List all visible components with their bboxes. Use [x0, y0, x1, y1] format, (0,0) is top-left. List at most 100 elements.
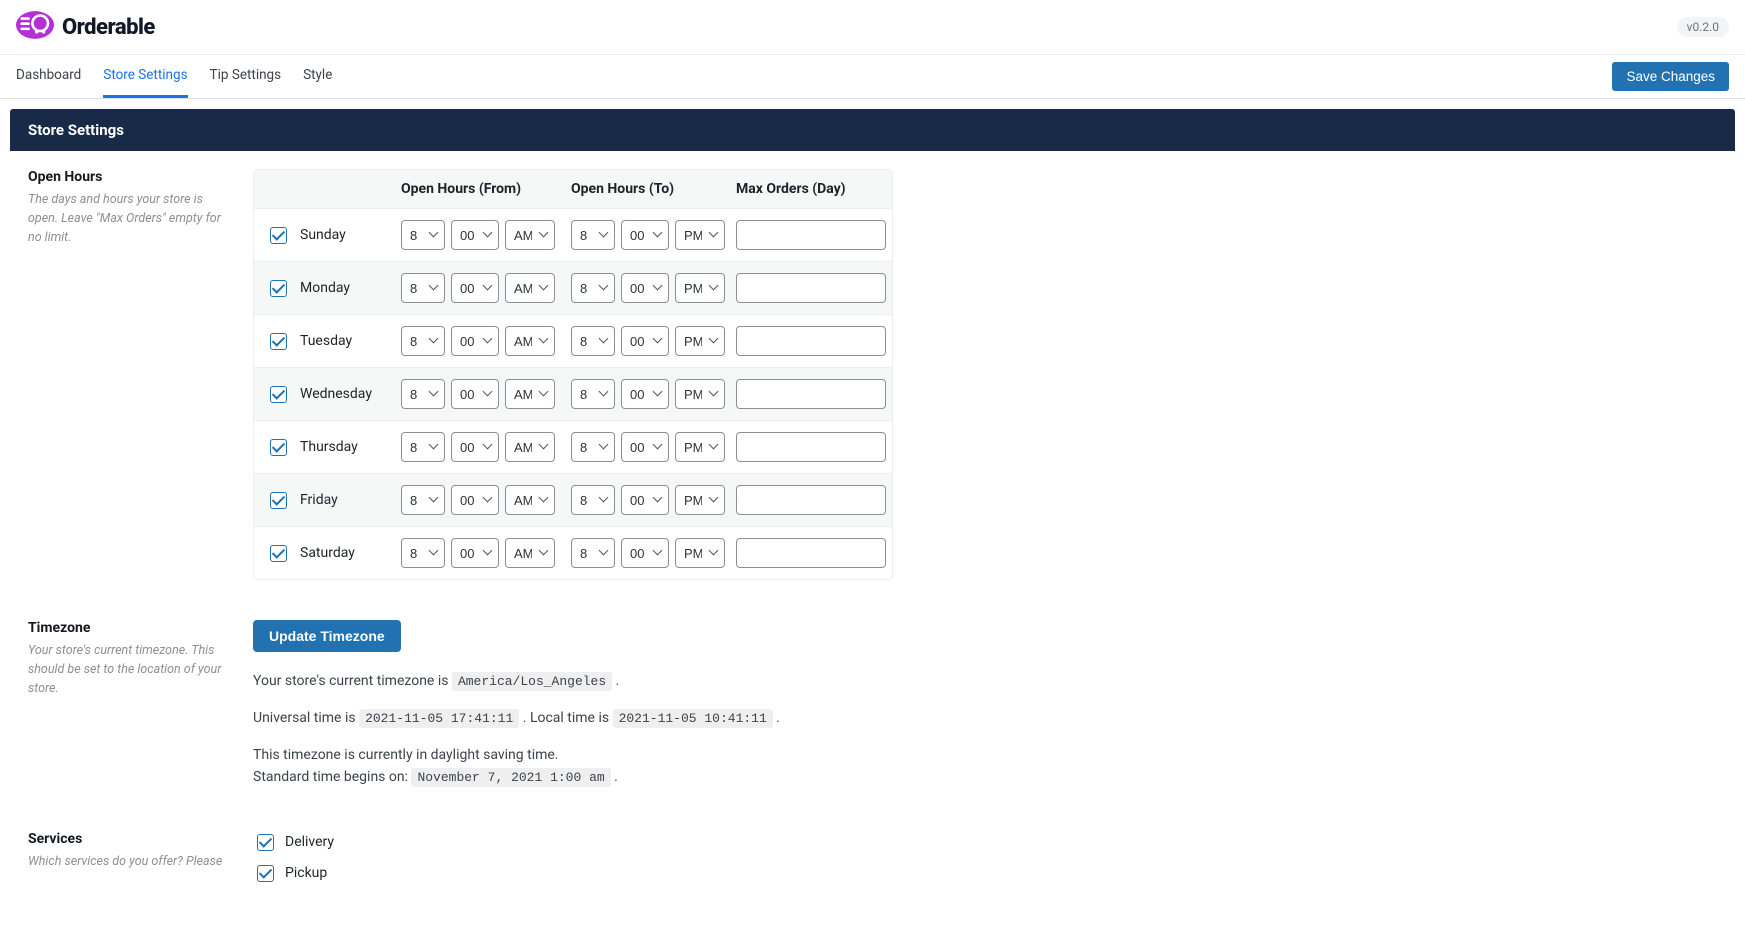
max-orders-input[interactable] [736, 326, 886, 356]
max-orders-input[interactable] [736, 538, 886, 568]
max-orders-input[interactable] [736, 485, 886, 515]
max-orders-input[interactable] [736, 432, 886, 462]
tab-dashboard[interactable]: Dashboard [16, 55, 81, 98]
from-minute-select[interactable]: 00 [451, 273, 499, 303]
service-checkbox[interactable] [257, 834, 274, 851]
to-minute-select[interactable]: 00 [621, 273, 669, 303]
service-option: Delivery [253, 831, 893, 854]
timezone-desc: Your store's current timezone. This shou… [28, 642, 223, 698]
timezone-current-line: Your store's current timezone is America… [253, 670, 893, 693]
open-hours-table: . Open Hours (From) Open Hours (To) Max … [253, 169, 893, 580]
from-ampm-select[interactable]: AM [505, 326, 555, 356]
day-label: Thursday [300, 439, 358, 455]
from-minute-select[interactable]: 00 [451, 379, 499, 409]
table-row: Monday800AM800PM [254, 262, 892, 315]
from-hour-select[interactable]: 8 [401, 379, 445, 409]
day-enabled-checkbox[interactable] [270, 386, 287, 403]
max-orders-input[interactable] [736, 379, 886, 409]
timezone-times-line: Universal time is 2021-11-05 17:41:11 . … [253, 707, 893, 730]
brand-logo-icon [16, 9, 54, 45]
day-enabled-checkbox[interactable] [270, 333, 287, 350]
day-label: Monday [300, 280, 350, 296]
tabs: Dashboard Store Settings Tip Settings St… [16, 55, 332, 98]
from-minute-select[interactable]: 00 [451, 538, 499, 568]
tab-tip-settings[interactable]: Tip Settings [210, 55, 282, 98]
to-ampm-select[interactable]: PM [675, 273, 725, 303]
table-row: Wednesday800AM800PM [254, 368, 892, 421]
from-minute-select[interactable]: 00 [451, 326, 499, 356]
col-open-to: Open Hours (To) [571, 181, 736, 197]
service-option: Pickup [253, 862, 893, 885]
section-title-bar: Store Settings [10, 109, 1735, 151]
utc-time: 2021-11-05 17:41:11 [359, 709, 519, 728]
day-label: Tuesday [300, 333, 352, 349]
to-hour-select[interactable]: 8 [571, 538, 615, 568]
to-hour-select[interactable]: 8 [571, 326, 615, 356]
day-enabled-checkbox[interactable] [270, 280, 287, 297]
from-hour-select[interactable]: 8 [401, 273, 445, 303]
to-minute-select[interactable]: 00 [621, 432, 669, 462]
from-ampm-select[interactable]: AM [505, 220, 555, 250]
to-minute-select[interactable]: 00 [621, 485, 669, 515]
timezone-title: Timezone [28, 620, 223, 636]
to-minute-select[interactable]: 00 [621, 220, 669, 250]
main-content: Store Settings Open Hours The days and h… [0, 99, 1745, 943]
tab-bar: Dashboard Store Settings Tip Settings St… [0, 55, 1745, 99]
from-hour-select[interactable]: 8 [401, 485, 445, 515]
from-minute-select[interactable]: 00 [451, 220, 499, 250]
from-hour-select[interactable]: 8 [401, 326, 445, 356]
table-row: Saturday800AM800PM [254, 527, 892, 579]
from-ampm-select[interactable]: AM [505, 379, 555, 409]
dst-note: This timezone is currently in daylight s… [253, 744, 893, 789]
col-open-from: Open Hours (From) [401, 181, 571, 197]
table-row: Thursday800AM800PM [254, 421, 892, 474]
to-ampm-select[interactable]: PM [675, 326, 725, 356]
from-ampm-select[interactable]: AM [505, 485, 555, 515]
open-hours-title: Open Hours [28, 169, 223, 185]
tab-style[interactable]: Style [303, 55, 332, 98]
service-checkbox[interactable] [257, 865, 274, 882]
to-ampm-select[interactable]: PM [675, 220, 725, 250]
open-hours-desc: The days and hours your store is open. L… [28, 191, 223, 247]
from-hour-select[interactable]: 8 [401, 220, 445, 250]
timezone-value: America/Los_Angeles [452, 672, 612, 691]
day-label: Wednesday [300, 386, 372, 402]
update-timezone-button[interactable]: Update Timezone [253, 620, 401, 652]
to-ampm-select[interactable]: PM [675, 379, 725, 409]
max-orders-input[interactable] [736, 273, 886, 303]
std-time-begin: November 7, 2021 1:00 am [411, 768, 610, 787]
table-row: Tuesday800AM800PM [254, 315, 892, 368]
to-hour-select[interactable]: 8 [571, 220, 615, 250]
day-enabled-checkbox[interactable] [270, 439, 287, 456]
version-badge: v0.2.0 [1677, 17, 1729, 37]
to-hour-select[interactable]: 8 [571, 432, 615, 462]
from-minute-select[interactable]: 00 [451, 485, 499, 515]
to-hour-select[interactable]: 8 [571, 485, 615, 515]
to-minute-select[interactable]: 00 [621, 538, 669, 568]
tab-store-settings[interactable]: Store Settings [103, 55, 187, 98]
from-hour-select[interactable]: 8 [401, 432, 445, 462]
to-minute-select[interactable]: 00 [621, 379, 669, 409]
from-ampm-select[interactable]: AM [505, 432, 555, 462]
from-ampm-select[interactable]: AM [505, 538, 555, 568]
save-changes-button[interactable]: Save Changes [1612, 62, 1729, 91]
from-hour-select[interactable]: 8 [401, 538, 445, 568]
col-max-orders: Max Orders (Day) [736, 181, 893, 197]
to-hour-select[interactable]: 8 [571, 273, 615, 303]
service-label: Delivery [285, 834, 334, 850]
day-enabled-checkbox[interactable] [270, 545, 287, 562]
from-minute-select[interactable]: 00 [451, 432, 499, 462]
to-minute-select[interactable]: 00 [621, 326, 669, 356]
day-enabled-checkbox[interactable] [270, 227, 287, 244]
services-title: Services [28, 831, 223, 847]
day-enabled-checkbox[interactable] [270, 492, 287, 509]
brand-name: Orderable [62, 15, 155, 40]
to-ampm-select[interactable]: PM [675, 432, 725, 462]
setting-services: Services Which services do you offer? Pl… [28, 831, 1717, 893]
day-label: Sunday [300, 227, 346, 243]
max-orders-input[interactable] [736, 220, 886, 250]
from-ampm-select[interactable]: AM [505, 273, 555, 303]
to-ampm-select[interactable]: PM [675, 485, 725, 515]
to-hour-select[interactable]: 8 [571, 379, 615, 409]
to-ampm-select[interactable]: PM [675, 538, 725, 568]
